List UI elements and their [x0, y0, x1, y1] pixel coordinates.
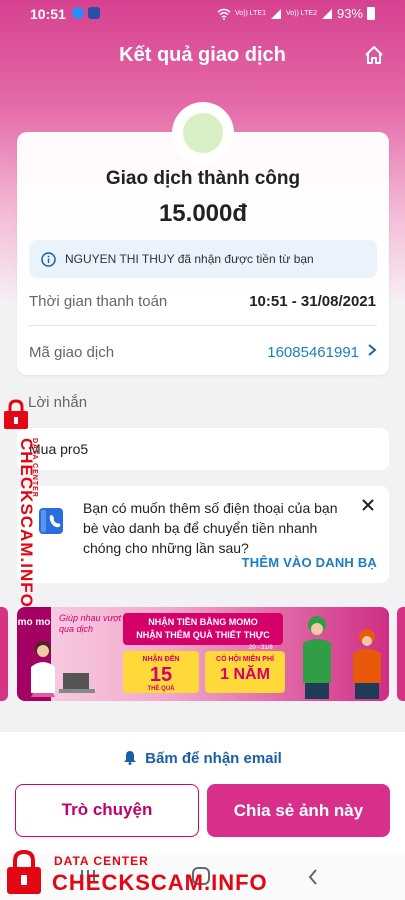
banner-person-left-image	[31, 641, 55, 697]
banner-prev-peek[interactable]	[0, 607, 8, 701]
payment-time-value: 10:51 - 31/08/2021	[249, 293, 376, 310]
badge-free-pre: CÓ HỘI MIỄN PHÍ	[216, 656, 274, 663]
page-title: Kết quả giao dịch	[119, 44, 286, 66]
close-icon[interactable]	[361, 498, 375, 512]
transaction-status: Giao dịch thành công	[105, 168, 301, 189]
home-icon[interactable]	[363, 44, 385, 66]
battery-text: 93%	[336, 6, 363, 21]
watermark-bottom-sub: DATA CENTER	[54, 854, 149, 868]
promo-banner[interactable]: mo mo Giúp nhau vượt qua dịch NHẬN TIỀN …	[17, 607, 389, 701]
network-1: Vo)) LTE1	[234, 10, 266, 17]
back-icon[interactable]	[308, 869, 318, 885]
transaction-card: Giao dịch thành công 15.000đ NGUYEN THI …	[17, 132, 389, 375]
divider	[29, 325, 377, 326]
badge-free-num: 1 NĂM	[220, 666, 270, 683]
add-contact-text: Bạn có muốn thêm số điện thoại của bạn b…	[83, 500, 338, 556]
banner-next-peek[interactable]	[397, 607, 405, 701]
badge-gifts-pre: NHẬN ĐẾN	[142, 656, 180, 663]
add-contact-button[interactable]: THÊM VÀO DANH BẠ	[242, 555, 377, 570]
messenger-icon	[72, 7, 84, 19]
banner-badge-free: CÓ HỘI MIỄN PHÍ 1 NĂM	[205, 651, 285, 693]
badge-gifts-post: THẺ QUÀ	[147, 686, 175, 692]
status-bar: 10:51 Vo)) LTE1 Vo)) LTE2 93%	[0, 0, 405, 28]
message-box: Mua pro5	[17, 428, 389, 470]
lock-icon	[4, 399, 28, 429]
signal-2-icon	[321, 8, 332, 19]
signal-1-icon	[270, 8, 281, 19]
banner-badge-gifts: NHẬN ĐẾN 15 THẺ QUÀ	[123, 651, 199, 693]
banner-slogan: Giúp nhau vượt qua dịch	[59, 613, 122, 634]
payment-time-label: Thời gian thanh toán	[29, 293, 168, 310]
share-image-button[interactable]: Chia sẻ ảnh này	[207, 784, 390, 837]
recipient-info-text: NGUYEN THI THUY đã nhận được tiền từ bạn	[65, 252, 314, 266]
email-receipt-label: Bấm để nhận email	[145, 750, 282, 767]
chat-button[interactable]: Trò chuyện	[15, 784, 199, 837]
transaction-amount: 15.000đ	[158, 200, 248, 227]
lock-icon	[7, 849, 41, 894]
watermark-side-sub: DATA CENTER	[31, 438, 38, 498]
badge-gifts-num: 15	[149, 664, 173, 686]
banner-headline-2: NHẬN THÊM QUÀ THIẾT THỰC	[136, 630, 270, 640]
notification-icons	[72, 7, 100, 19]
network-2: Vo)) LTE2	[285, 10, 317, 17]
transaction-id-link[interactable]: 16085461991	[267, 344, 359, 361]
banner-delivery-person-image	[303, 616, 331, 699]
recipient-info: NGUYEN THI THUY đã nhận được tiền từ bạn	[29, 240, 377, 278]
chevron-right-icon[interactable]	[367, 343, 377, 357]
email-receipt-link[interactable]: Bấm để nhận email	[0, 750, 405, 767]
success-icon	[172, 102, 234, 164]
add-contact-prompt: Bạn có muốn thêm số điện thoại của bạn b…	[17, 486, 389, 583]
bell-icon	[124, 751, 137, 765]
wifi-icon	[217, 8, 231, 20]
watermark-side: CHECKSCAM.INFO DATA CENTER	[0, 398, 44, 608]
info-icon	[41, 252, 56, 267]
watermark-bottom: DATA CENTER CHECKSCAM.INFO	[4, 848, 267, 900]
banner-headline: NHẬN TIỀN BẰNG MOMO NHẬN THÊM QUÀ THIẾT …	[123, 613, 283, 645]
banner-laptop-image	[59, 673, 95, 693]
status-right: Vo)) LTE1 Vo)) LTE2 93%	[217, 6, 375, 21]
shield-icon	[88, 7, 100, 19]
banner-delivery-person-2-image	[353, 629, 381, 699]
watermark-bottom-main: CHECKSCAM.INFO	[52, 870, 268, 895]
transaction-id-label: Mã giao dịch	[29, 344, 115, 361]
banner-headline-1: NHẬN TIỀN BẰNG MOMO	[148, 617, 258, 627]
battery-icon	[367, 7, 375, 20]
status-time: 10:51	[30, 6, 66, 22]
